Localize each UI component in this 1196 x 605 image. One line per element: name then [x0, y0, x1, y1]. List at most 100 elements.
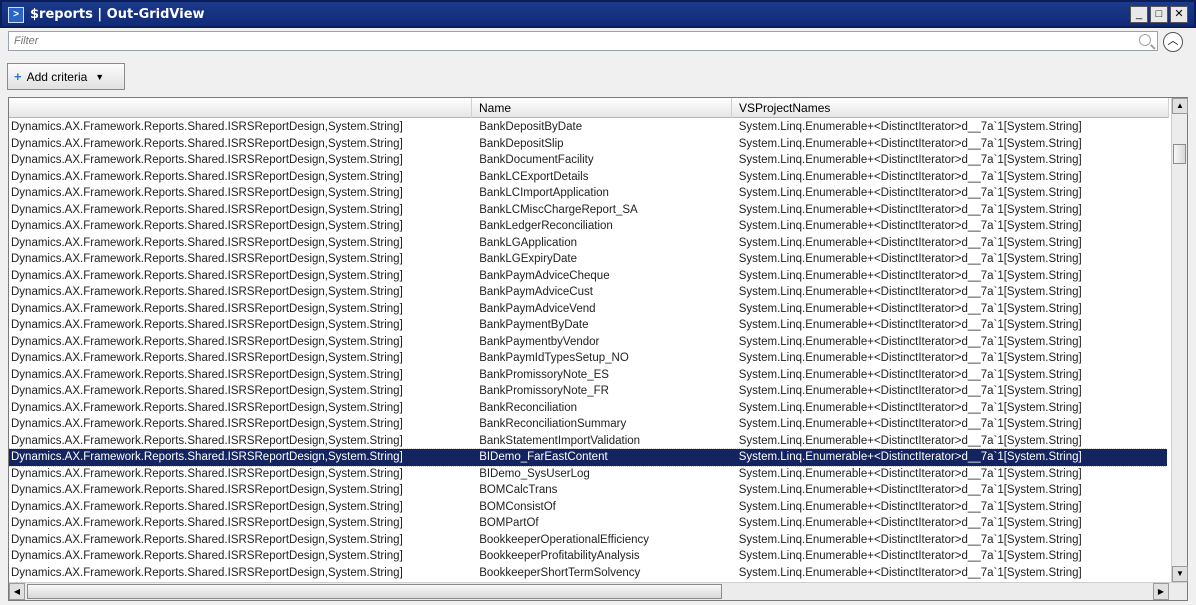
table-cell: Dynamics.AX.Framework.Reports.Shared.ISR… [11, 269, 403, 282]
table-cell: BOMCalcTrans [479, 484, 558, 496]
table-row[interactable]: Dynamics.AX.Framework.Reports.Shared.ISR… [9, 185, 1167, 202]
table-cell: System.Linq.Enumerable+<DistinctIterator… [738, 385, 1082, 397]
table-cell: System.Linq.Enumerable+<DistinctIterator… [738, 269, 1082, 282]
table-cell: BankLCMiscChargeReport_SA [479, 203, 638, 216]
window-controls: _ □ ✕ [1130, 6, 1188, 23]
table-row[interactable]: Dynamics.AX.Framework.Reports.Shared.ISR… [9, 202, 1167, 219]
search-icon[interactable] [1139, 34, 1151, 46]
table-cell: BankPromissoryNote_FR [479, 385, 609, 397]
table-cell: BankStatementImportValidation [479, 434, 641, 447]
table-cell: BookkeeperProfitabilityAnalysis [479, 550, 640, 562]
table-row[interactable]: Dynamics.AX.Framework.Reports.Shared.ISR… [9, 119, 1167, 136]
table-cell: Dynamics.AX.Framework.Reports.Shared.ISR… [11, 434, 403, 447]
table-cell: System.Linq.Enumerable+<DistinctIterator… [738, 253, 1082, 265]
table-row[interactable]: Dynamics.AX.Framework.Reports.Shared.ISR… [9, 169, 1167, 186]
table-row[interactable]: Dynamics.AX.Framework.Reports.Shared.ISR… [9, 251, 1167, 268]
table-cell: BankReconciliationSummary [479, 418, 627, 430]
table-row[interactable]: Dynamics.AX.Framework.Reports.Shared.ISR… [9, 466, 1167, 483]
table-cell: BankDepositSlip [479, 137, 564, 150]
column-header-vsprojectnames[interactable]: VSProjectNames [732, 98, 1169, 118]
table-cell: Dynamics.AX.Framework.Reports.Shared.ISR… [11, 550, 403, 562]
table-row[interactable]: Dynamics.AX.Framework.Reports.Shared.ISR… [9, 301, 1167, 318]
table-row[interactable]: Dynamics.AX.Framework.Reports.Shared.ISR… [9, 218, 1167, 235]
table-cell: BankDocumentFacility [479, 154, 594, 166]
table-cell: BankReconciliation [479, 401, 577, 414]
table-cell: BIDemo_SysUserLog [479, 467, 590, 480]
table-cell: BookkeeperOperationalEfficiency [479, 533, 650, 546]
grid-header: Name VSProjectNames [9, 98, 1169, 118]
table-row[interactable]: Dynamics.AX.Framework.Reports.Shared.ISR… [9, 482, 1167, 499]
table-cell: System.Linq.Enumerable+<DistinctIterator… [738, 533, 1082, 546]
table-row[interactable]: Dynamics.AX.Framework.Reports.Shared.ISR… [9, 334, 1167, 351]
table-cell: BankPaymentbyVendor [479, 335, 600, 348]
scroll-right-arrow-icon[interactable]: ▶ [1153, 583, 1169, 600]
table-cell: BankDepositByDate [479, 121, 583, 133]
table-cell: Dynamics.AX.Framework.Reports.Shared.ISR… [11, 385, 403, 397]
table-cell: Dynamics.AX.Framework.Reports.Shared.ISR… [11, 170, 403, 183]
scroll-down-arrow-icon[interactable]: ▼ [1172, 566, 1188, 582]
table-row[interactable]: Dynamics.AX.Framework.Reports.Shared.ISR… [9, 433, 1167, 450]
table-row[interactable]: Dynamics.AX.Framework.Reports.Shared.ISR… [9, 532, 1167, 549]
title-bar[interactable]: > $reports | Out-GridView _ □ ✕ [0, 0, 1196, 28]
table-cell: Dynamics.AX.Framework.Reports.Shared.ISR… [11, 352, 403, 364]
table-cell: Dynamics.AX.Framework.Reports.Shared.ISR… [11, 418, 403, 430]
table-cell: System.Linq.Enumerable+<DistinctIterator… [738, 137, 1082, 150]
table-row[interactable]: Dynamics.AX.Framework.Reports.Shared.ISR… [9, 152, 1167, 169]
filter-input[interactable] [9, 32, 1129, 50]
add-criteria-button[interactable]: + Add criteria ▼ [7, 63, 125, 90]
table-row[interactable]: Dynamics.AX.Framework.Reports.Shared.ISR… [9, 515, 1167, 532]
table-cell: System.Linq.Enumerable+<DistinctIterator… [738, 319, 1082, 331]
table-cell: System.Linq.Enumerable+<DistinctIterator… [738, 500, 1082, 513]
close-button[interactable]: ✕ [1170, 6, 1188, 23]
table-cell: System.Linq.Enumerable+<DistinctIterator… [738, 121, 1082, 133]
column-header-1[interactable] [9, 98, 472, 118]
table-cell: BankPaymIdTypesSetup_NO [479, 352, 629, 364]
table-row[interactable]: Dynamics.AX.Framework.Reports.Shared.ISR… [9, 448, 1167, 467]
table-row[interactable]: Dynamics.AX.Framework.Reports.Shared.ISR… [9, 367, 1167, 384]
table-row[interactable]: Dynamics.AX.Framework.Reports.Shared.ISR… [9, 400, 1167, 417]
scroll-left-arrow-icon[interactable]: ◀ [9, 583, 25, 600]
table-cell: Dynamics.AX.Framework.Reports.Shared.ISR… [11, 467, 403, 480]
table-cell: System.Linq.Enumerable+<DistinctIterator… [738, 203, 1082, 216]
table-row[interactable]: Dynamics.AX.Framework.Reports.Shared.ISR… [9, 268, 1167, 285]
horizontal-scrollbar[interactable]: ◀ ▶ [9, 582, 1187, 600]
table-row[interactable]: Dynamics.AX.Framework.Reports.Shared.ISR… [9, 565, 1167, 582]
table-cell: Dynamics.AX.Framework.Reports.Shared.ISR… [11, 451, 403, 463]
collapse-button[interactable]: ︿ [1163, 32, 1183, 52]
table-cell: BookkeeperShortTermSolvency [479, 566, 641, 579]
column-header-name[interactable]: Name [472, 98, 732, 118]
minimize-button[interactable]: _ [1130, 6, 1148, 23]
chevron-up-icon: ︿ [1167, 35, 1179, 47]
table-row[interactable]: Dynamics.AX.Framework.Reports.Shared.ISR… [9, 284, 1167, 301]
table-cell: System.Linq.Enumerable+<DistinctIterator… [738, 418, 1082, 430]
table-cell: Dynamics.AX.Framework.Reports.Shared.ISR… [11, 302, 403, 315]
table-cell: System.Linq.Enumerable+<DistinctIterator… [738, 434, 1082, 447]
maximize-button[interactable]: □ [1150, 6, 1168, 23]
table-cell: Dynamics.AX.Framework.Reports.Shared.ISR… [11, 286, 403, 298]
table-cell: System.Linq.Enumerable+<DistinctIterator… [738, 352, 1082, 364]
table-cell: System.Linq.Enumerable+<DistinctIterator… [738, 368, 1082, 381]
horizontal-scroll-thumb[interactable] [27, 584, 722, 599]
vertical-scroll-thumb[interactable] [1173, 144, 1186, 164]
table-row[interactable]: Dynamics.AX.Framework.Reports.Shared.ISR… [9, 317, 1167, 334]
table-cell: Dynamics.AX.Framework.Reports.Shared.ISR… [11, 253, 403, 265]
table-cell: System.Linq.Enumerable+<DistinctIterator… [738, 236, 1082, 249]
table-row[interactable]: Dynamics.AX.Framework.Reports.Shared.ISR… [9, 416, 1167, 433]
table-row[interactable]: Dynamics.AX.Framework.Reports.Shared.ISR… [9, 350, 1167, 367]
table-row[interactable]: Dynamics.AX.Framework.Reports.Shared.ISR… [9, 499, 1167, 516]
table-cell: Dynamics.AX.Framework.Reports.Shared.ISR… [11, 220, 403, 232]
table-row[interactable]: Dynamics.AX.Framework.Reports.Shared.ISR… [9, 383, 1167, 400]
table-cell: BankPromissoryNote_ES [479, 368, 609, 381]
table-cell: Dynamics.AX.Framework.Reports.Shared.ISR… [11, 154, 403, 166]
table-cell: System.Linq.Enumerable+<DistinctIterator… [738, 467, 1082, 480]
table-cell: BOMConsistOf [479, 500, 556, 513]
table-cell: System.Linq.Enumerable+<DistinctIterator… [738, 335, 1082, 348]
table-row[interactable]: Dynamics.AX.Framework.Reports.Shared.ISR… [9, 136, 1167, 153]
table-cell: System.Linq.Enumerable+<DistinctIterator… [738, 451, 1082, 463]
table-cell: System.Linq.Enumerable+<DistinctIterator… [738, 517, 1082, 529]
table-cell: Dynamics.AX.Framework.Reports.Shared.ISR… [11, 335, 403, 348]
table-row[interactable]: Dynamics.AX.Framework.Reports.Shared.ISR… [9, 548, 1167, 565]
vertical-scrollbar[interactable]: ▲ ▼ [1171, 98, 1188, 582]
table-row[interactable]: Dynamics.AX.Framework.Reports.Shared.ISR… [9, 235, 1167, 252]
scroll-up-arrow-icon[interactable]: ▲ [1172, 98, 1188, 114]
